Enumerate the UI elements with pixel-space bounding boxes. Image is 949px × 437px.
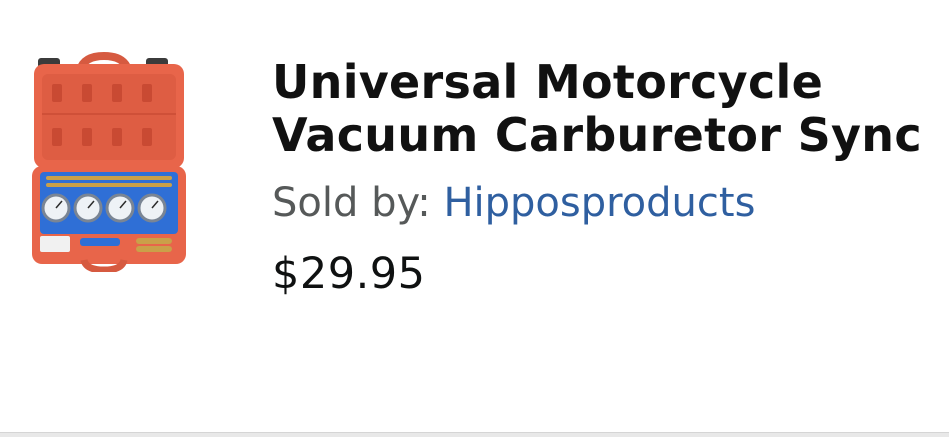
product-info: Universal Motorcycle Vacuum Carburetor S… xyxy=(272,56,949,300)
seller-link[interactable]: Hipposproducts xyxy=(443,180,755,226)
product-title-line1: Universal Motorcycle xyxy=(272,56,824,109)
product-card[interactable]: Universal Motorcycle Vacuum Carburetor S… xyxy=(0,0,949,432)
product-price: $29.95 xyxy=(272,249,426,299)
carburetor-sync-kit-icon xyxy=(32,51,186,274)
divider xyxy=(0,432,949,437)
product-title-line2: Vacuum Carburetor Sync xyxy=(272,108,922,162)
seller-label: Sold by: xyxy=(272,180,431,226)
seller-info: Sold by: Hipposproducts xyxy=(272,178,949,228)
product-image[interactable] xyxy=(24,51,196,274)
product-title[interactable]: Universal Motorcycle Vacuum Carburetor S… xyxy=(272,56,949,162)
